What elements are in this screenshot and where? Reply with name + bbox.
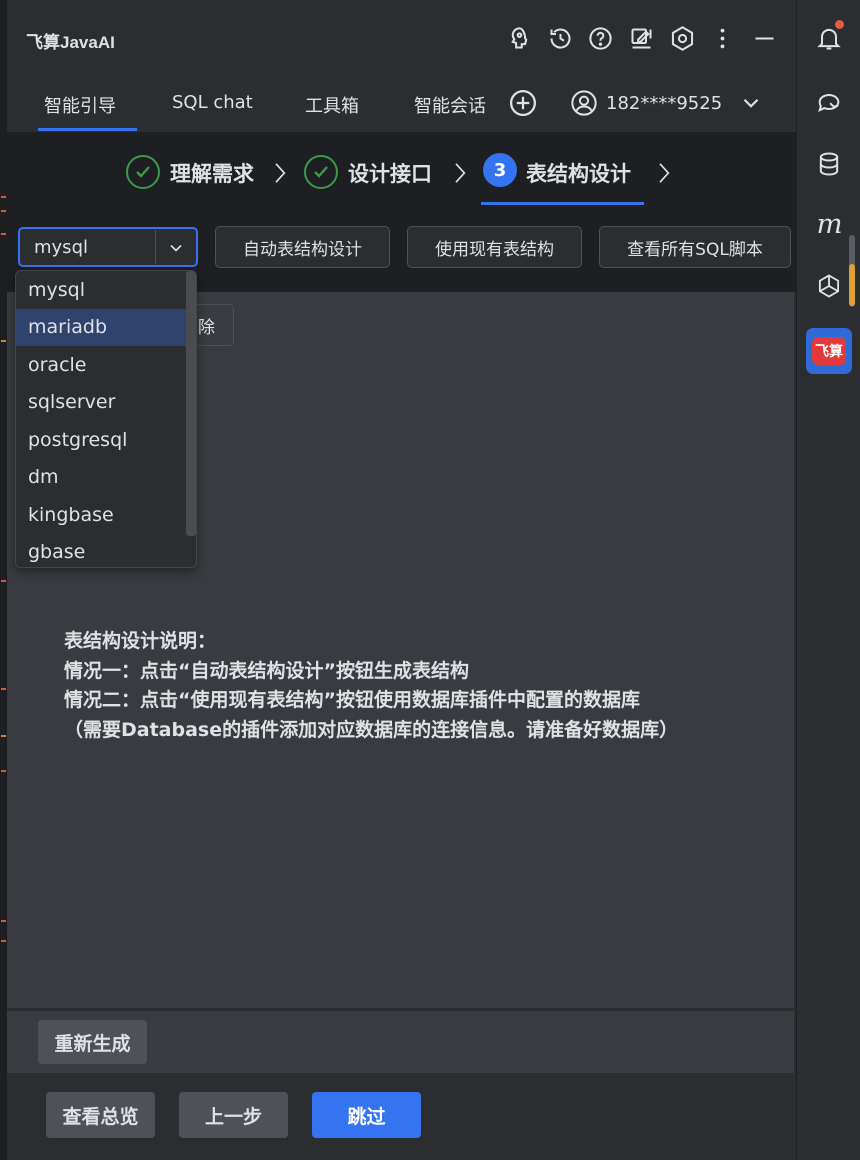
database-type-value: mysql <box>34 237 88 258</box>
instructions-case-2: 情况二：点击“使用现有表结构”按钮使用数据库插件中配置的数据库 <box>64 689 640 711</box>
option-oracle[interactable]: oracle <box>16 347 186 384</box>
gutter-mark <box>1 580 6 582</box>
feisuan-logo-text: 飞算 <box>812 337 846 365</box>
overview-button[interactable]: 查看总览 <box>46 1092 155 1138</box>
chevron-down-icon[interactable] <box>166 238 186 258</box>
more-icon[interactable] <box>706 22 738 54</box>
chevron-down-icon[interactable] <box>738 90 764 116</box>
tab-toolbox[interactable]: 工具箱 <box>305 92 359 118</box>
tab-guide[interactable]: 智能引导 <box>44 92 116 118</box>
step-1-check-icon <box>126 155 160 189</box>
option-mysql[interactable]: mysql <box>16 272 186 309</box>
view-all-sql-button[interactable]: 查看所有SQL脚本 <box>599 226 791 268</box>
gutter-mark <box>1 940 6 942</box>
sidebar-scroll-marker <box>849 264 855 306</box>
instructions: 表结构设计说明： 情况一：点击“自动表结构设计”按钮生成表结构情况二：点击“使用现… <box>64 627 678 745</box>
gutter-mark <box>1 196 6 198</box>
step-1-label[interactable]: 理解需求 <box>170 158 254 188</box>
openai-icon[interactable] <box>813 270 845 302</box>
history-icon[interactable] <box>544 22 576 54</box>
option-mariadb[interactable]: mariadb <box>16 309 186 346</box>
tab-chat[interactable]: 智能会话 <box>414 92 486 118</box>
gutter-mark <box>1 210 6 212</box>
database-icon[interactable] <box>813 148 845 180</box>
ai-chat-icon[interactable] <box>813 86 845 118</box>
step-chevron-icon <box>659 163 670 183</box>
auto-schema-design-button[interactable]: 自动表结构设计 <box>215 226 390 268</box>
dropdown-scrollbar[interactable] <box>186 271 196 536</box>
step-2-label[interactable]: 设计接口 <box>348 158 432 188</box>
user-account[interactable]: 182****9525 <box>570 88 764 118</box>
instructions-title: 表结构设计说明： <box>64 630 217 652</box>
m-icon[interactable]: m <box>813 208 845 240</box>
feisuan-logo[interactable]: 飞算 <box>806 328 852 374</box>
svg-text:m: m <box>817 209 843 239</box>
user-phone: 182****9525 <box>606 92 723 114</box>
add-tab-icon[interactable] <box>508 88 538 118</box>
option-dm[interactable]: dm <box>16 459 186 496</box>
step-chevron-icon <box>455 163 466 183</box>
active-tab-indicator <box>38 128 137 131</box>
database-type-select[interactable]: mysql <box>18 227 198 267</box>
step-3-label[interactable]: 表结构设计 <box>526 158 631 188</box>
app-title: 飞算JavaAI <box>26 33 115 52</box>
step-3-number: 3 <box>483 153 517 187</box>
notification-badge <box>835 20 844 29</box>
edit-icon[interactable] <box>625 22 657 54</box>
option-sqlserver[interactable]: sqlserver <box>16 384 186 421</box>
gutter-mark <box>1 688 6 690</box>
skip-button[interactable]: 跳过 <box>312 1092 421 1138</box>
database-type-dropdown: mysql mariadb oracle sqlserver postgresq… <box>15 270 197 568</box>
previous-step-button[interactable]: 上一步 <box>179 1092 288 1138</box>
option-gbase[interactable]: gbase <box>16 534 186 567</box>
help-icon[interactable] <box>584 22 616 54</box>
brain-icon[interactable] <box>503 22 535 54</box>
instructions-note: （需要Database的插件添加对应数据库的连接信息。请准备好数据库） <box>64 718 679 741</box>
gutter-mark <box>1 233 6 235</box>
settings-icon[interactable] <box>666 22 698 54</box>
gutter-mark <box>1 340 6 342</box>
step-2-check-icon <box>304 155 338 189</box>
editor-gutter <box>0 0 7 1160</box>
select-divider <box>155 230 156 264</box>
use-existing-schema-button[interactable]: 使用现有表结构 <box>407 226 582 268</box>
instructions-case-1: 情况一：点击“自动表结构设计”按钮生成表结构 <box>64 659 469 682</box>
regenerate-button[interactable]: 重新生成 <box>38 1020 147 1064</box>
step-chevron-icon <box>275 163 286 183</box>
active-step-indicator <box>481 202 644 205</box>
option-postgresql[interactable]: postgresql <box>16 422 186 459</box>
option-kingbase[interactable]: kingbase <box>16 497 186 534</box>
gutter-mark <box>1 770 6 772</box>
tab-sql-chat[interactable]: SQL chat <box>172 92 253 113</box>
gutter-mark <box>1 920 6 922</box>
delete-button-label: 除 <box>198 317 215 338</box>
gutter-mark <box>1 735 6 737</box>
minimize-icon[interactable] <box>748 22 780 54</box>
user-icon <box>571 90 597 116</box>
